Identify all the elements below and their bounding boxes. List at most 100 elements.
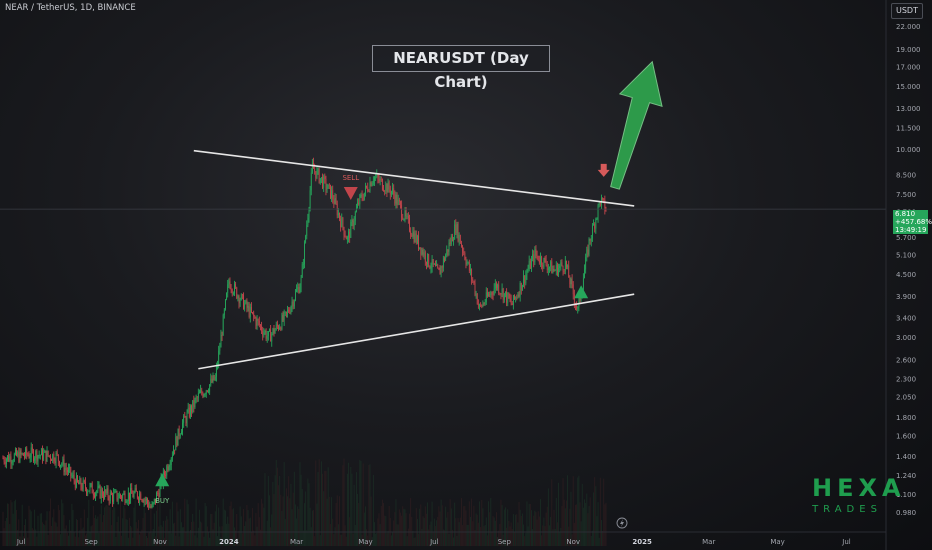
candle-body <box>442 258 444 268</box>
volume-bar <box>462 525 464 546</box>
volume-bar <box>588 506 590 546</box>
candle-body <box>361 194 363 199</box>
candle-body <box>73 474 75 481</box>
candle-body <box>151 504 153 508</box>
chart-area[interactable]: BUY SELL 22.000 19.000 17.000 15.000 13.000 11… <box>0 0 932 550</box>
candle-body <box>430 267 432 269</box>
price-tick-label: 5.100 <box>896 251 916 259</box>
candle-body <box>38 455 40 457</box>
candle-body <box>13 454 15 462</box>
lightning-icon-bolt <box>620 519 624 527</box>
candle-body <box>592 225 593 239</box>
candle-body <box>527 269 529 272</box>
price-tick-label: 13.000 <box>896 105 921 113</box>
candle-body <box>542 264 544 268</box>
volume-bar <box>598 537 600 546</box>
candle-body <box>421 249 423 255</box>
candle-body <box>471 269 473 280</box>
candle-body <box>8 455 10 462</box>
volume-bar <box>601 520 602 546</box>
candle-body <box>317 168 319 170</box>
candle-body <box>349 231 351 238</box>
candle-body <box>227 284 229 294</box>
volume-bar <box>186 499 188 546</box>
volume-bar <box>116 521 118 546</box>
candle-body <box>383 189 384 192</box>
candle-body <box>121 496 122 499</box>
volume-bar <box>523 524 524 546</box>
volume-bar <box>317 472 319 546</box>
candle-body <box>427 254 428 265</box>
candle-body <box>199 392 200 394</box>
candle-body <box>266 336 268 339</box>
volume-bar <box>541 535 543 546</box>
candle-body <box>108 497 110 501</box>
volume-bar <box>300 474 302 546</box>
candle-body <box>473 281 475 283</box>
candle-body <box>63 459 65 472</box>
candle-body <box>450 236 452 245</box>
volume-bar <box>350 466 352 546</box>
candle-body <box>396 194 398 205</box>
volume-bar <box>274 475 276 546</box>
candle-body <box>562 265 564 271</box>
candle-body <box>118 494 120 499</box>
candle-body <box>182 422 183 432</box>
candle-body <box>510 298 512 304</box>
candle-body <box>122 494 124 499</box>
volume-bar <box>447 512 449 546</box>
currency-selector[interactable]: USDT <box>891 3 923 19</box>
candle-body <box>190 406 191 417</box>
candle-body <box>401 204 402 218</box>
volume-bar <box>130 525 132 546</box>
candle-body <box>96 491 98 493</box>
volume-bar <box>185 531 187 546</box>
volume-bar <box>477 522 479 546</box>
candle-body <box>455 224 457 234</box>
volume-bar <box>597 502 599 546</box>
candle-body <box>212 375 214 383</box>
volume-bar <box>378 513 380 546</box>
volume-bar <box>441 505 443 546</box>
volume-bar <box>47 534 49 546</box>
volume-bar <box>7 503 8 546</box>
symbol-header[interactable]: NEAR / TetherUS, 1D, BINANCE <box>5 3 136 13</box>
candle-body <box>549 266 550 268</box>
candle-body <box>508 292 510 299</box>
candle-body <box>468 262 470 271</box>
candle-body <box>372 180 374 183</box>
candle-body <box>439 269 441 275</box>
lightning-icon[interactable] <box>616 517 628 529</box>
candle-body <box>388 182 390 190</box>
volume-bar <box>411 516 413 546</box>
volume-bar <box>540 499 541 546</box>
candle-body <box>318 168 320 183</box>
candle-body <box>528 260 530 270</box>
candle-body <box>219 347 221 351</box>
volume-bar <box>147 537 148 546</box>
candle-body <box>206 390 208 392</box>
candle-body <box>187 407 189 413</box>
volume-bar <box>385 516 387 546</box>
volume-bar <box>173 523 174 546</box>
candle-body <box>95 492 96 497</box>
volume-bar <box>492 516 494 546</box>
candle-body <box>179 434 181 437</box>
volume-bar <box>341 534 343 546</box>
volume-bar <box>10 500 12 546</box>
candle-body <box>424 252 426 262</box>
candle-body <box>305 236 307 243</box>
candle-body <box>150 506 152 508</box>
volume-bar <box>132 537 134 546</box>
candle-body <box>211 378 213 383</box>
volume-bar <box>458 522 460 546</box>
volume-bar <box>368 464 370 546</box>
volume-bar <box>346 473 348 546</box>
volume-bar <box>103 515 104 546</box>
candle-body <box>255 318 257 326</box>
candle-body <box>488 294 489 297</box>
volume-bar <box>471 498 473 546</box>
volume-bar <box>210 514 212 546</box>
volume-bar <box>143 500 145 546</box>
candle-body <box>440 266 442 275</box>
